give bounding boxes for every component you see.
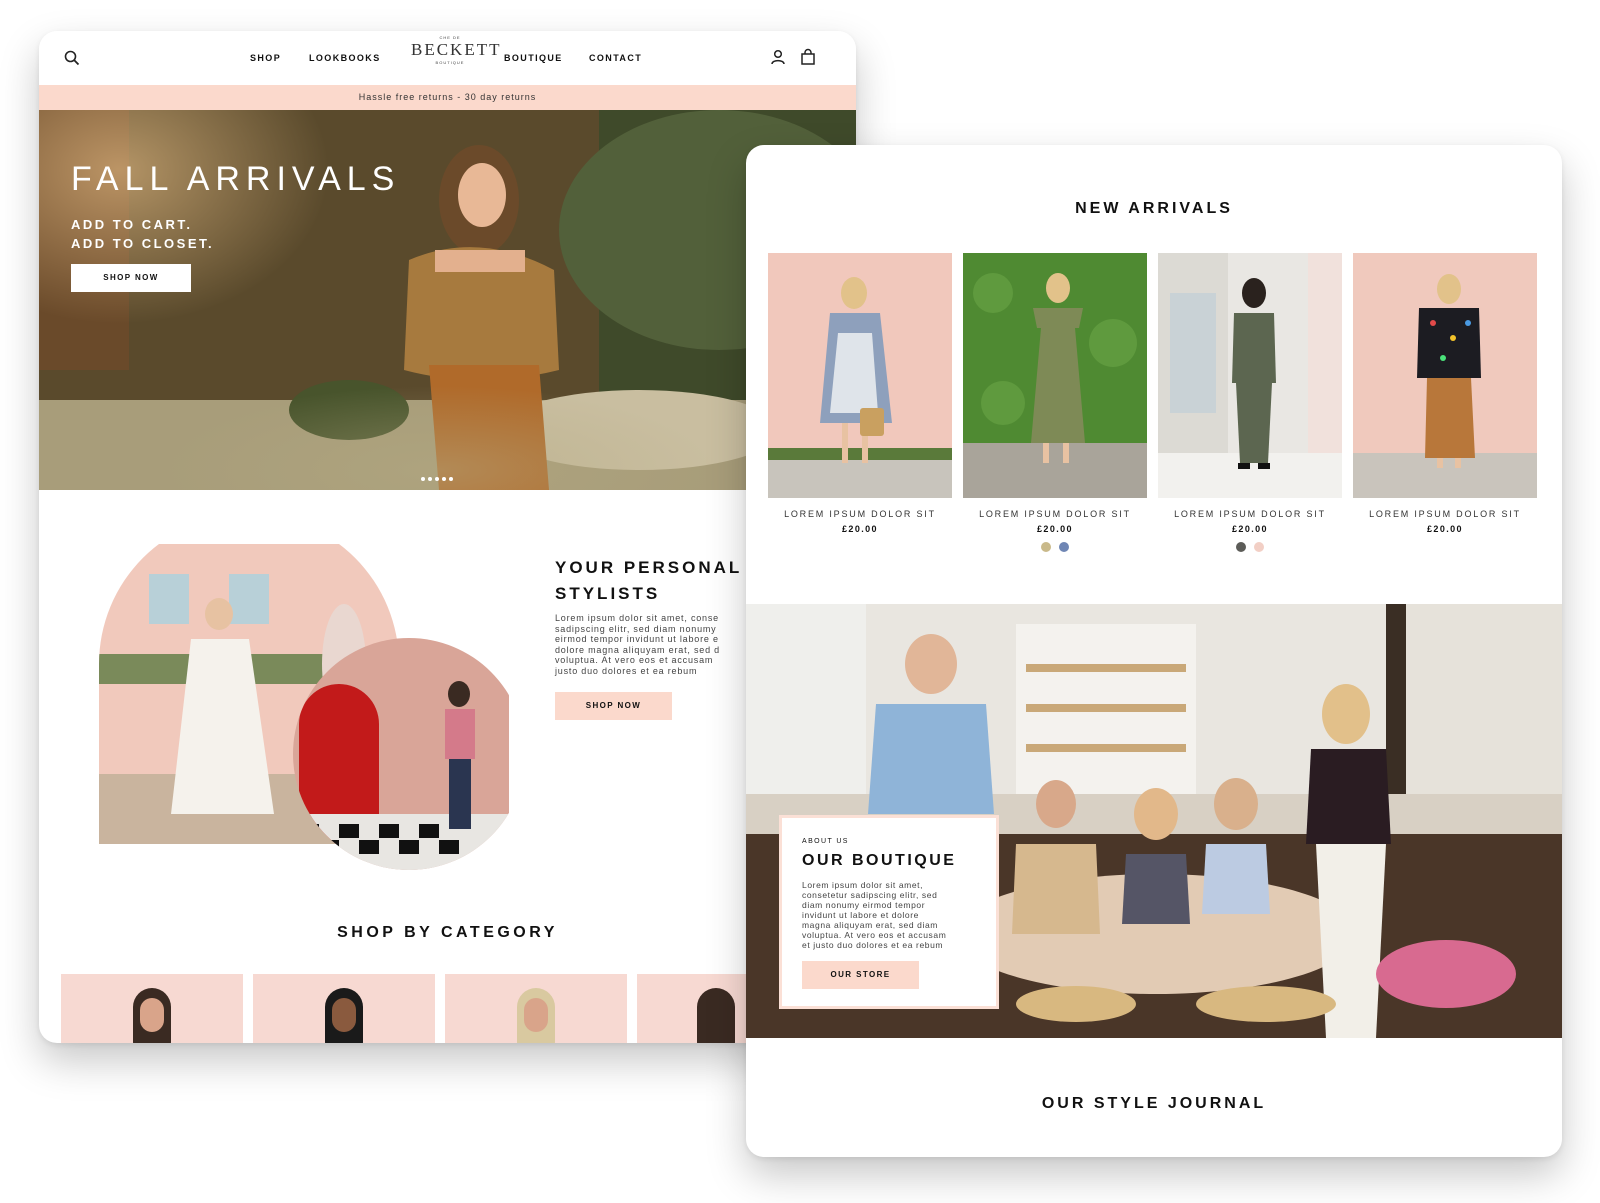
slide-dot[interactable]: [435, 477, 439, 481]
product-price: £20.00: [1232, 524, 1268, 534]
site-logo[interactable]: CHE DE BECKETT BOUTIQUE: [411, 35, 500, 65]
swatch-1[interactable]: [1235, 542, 1246, 552]
nav-shop[interactable]: SHOP: [250, 53, 281, 63]
product-card[interactable]: LOREM IPSUM DOLOR SIT £20.00: [963, 253, 1147, 552]
slider-dots[interactable]: [421, 468, 456, 486]
stylists-title: YOUR PERSONAL STYLISTS: [555, 558, 743, 603]
about-card: ABOUT US OUR BOUTIQUE Lorem ipsum dolor …: [779, 815, 999, 1009]
boutique-section: ABOUT US OUR BOUTIQUE Lorem ipsum dolor …: [746, 604, 1562, 1038]
product-price: £20.00: [842, 524, 878, 534]
our-store-button[interactable]: OUR STORE: [802, 961, 919, 989]
stylists-shop-now-button[interactable]: SHOP NOW: [555, 692, 672, 720]
hero-banner: FALL ARRIVALS ADD TO CART. ADD TO CLOSET…: [39, 110, 856, 490]
product-price: £20.00: [1037, 524, 1073, 534]
site-header: SHOP LOOKBOOKS CHE DE BECKETT BOUTIQUE B…: [39, 31, 856, 85]
shop-by-category-title: SHOP BY CATEGORY: [337, 924, 558, 941]
color-swatches: [1353, 539, 1537, 551]
nav-contact[interactable]: CONTACT: [589, 53, 642, 63]
model-face: [524, 998, 548, 1032]
product-price: £20.00: [1427, 524, 1463, 534]
about-title: OUR BOUTIQUE: [802, 852, 957, 869]
product-card[interactable]: LOREM IPSUM DOLOR SIT £20.00: [768, 253, 952, 551]
product-image[interactable]: [963, 253, 1147, 498]
style-journal-title: OUR STYLE JOURNAL: [1041, 1095, 1267, 1112]
product-name[interactable]: LOREM IPSUM DOLOR SIT: [768, 509, 952, 519]
slide-dot[interactable]: [421, 477, 425, 481]
homepage-preview-left: SHOP LOOKBOOKS CHE DE BECKETT BOUTIQUE B…: [39, 31, 856, 1043]
about-body: Lorem ipsum dolor sit amet, consetetur s…: [802, 880, 947, 950]
hero-shop-now-button[interactable]: SHOP NOW: [71, 264, 191, 292]
about-eyebrow: ABOUT US: [802, 838, 849, 845]
swatch-1[interactable]: [1040, 542, 1051, 552]
product-image[interactable]: [1158, 253, 1342, 498]
product-card[interactable]: LOREM IPSUM DOLOR SIT £20.00: [1353, 253, 1537, 551]
product-name[interactable]: LOREM IPSUM DOLOR SIT: [963, 509, 1147, 519]
stylists-collage: [99, 544, 509, 870]
bag-icon[interactable]: [799, 48, 817, 66]
nav-boutique[interactable]: BOUTIQUE: [504, 53, 563, 63]
model-face: [332, 998, 356, 1032]
user-icon[interactable]: [769, 48, 787, 66]
product-card[interactable]: LOREM IPSUM DOLOR SIT £20.00: [1158, 253, 1342, 552]
nav-lookbooks[interactable]: LOOKBOOKS: [309, 53, 381, 63]
category-tile[interactable]: [445, 974, 627, 1043]
category-tile[interactable]: [253, 974, 435, 1043]
hero-title: FALL ARRIVALS: [71, 160, 401, 198]
color-swatches[interactable]: [963, 539, 1147, 552]
slide-dot[interactable]: [442, 477, 446, 481]
swatch-2[interactable]: [1059, 542, 1070, 552]
color-swatches: [768, 539, 952, 551]
hero-subtitle: ADD TO CART. ADD TO CLOSET.: [71, 217, 215, 251]
announcement-bar: Hassle free returns - 30 day returns: [39, 85, 856, 110]
slide-dot[interactable]: [428, 477, 432, 481]
model-face: [140, 998, 164, 1032]
search-icon[interactable]: [63, 49, 81, 67]
product-name[interactable]: LOREM IPSUM DOLOR SIT: [1158, 509, 1342, 519]
product-image[interactable]: [1353, 253, 1537, 498]
homepage-preview-right: NEW ARRIVALS LOREM IPSUM DOLOR SIT £20.0…: [746, 145, 1562, 1157]
new-arrivals-title: NEW ARRIVALS: [1075, 200, 1233, 217]
model-hair: [697, 988, 735, 1043]
product-image[interactable]: [768, 253, 952, 498]
swatch-2[interactable]: [1254, 542, 1265, 552]
slide-dot[interactable]: [449, 477, 453, 481]
product-name[interactable]: LOREM IPSUM DOLOR SIT: [1353, 509, 1537, 519]
color-swatches[interactable]: [1158, 539, 1342, 552]
category-tile[interactable]: [61, 974, 243, 1043]
